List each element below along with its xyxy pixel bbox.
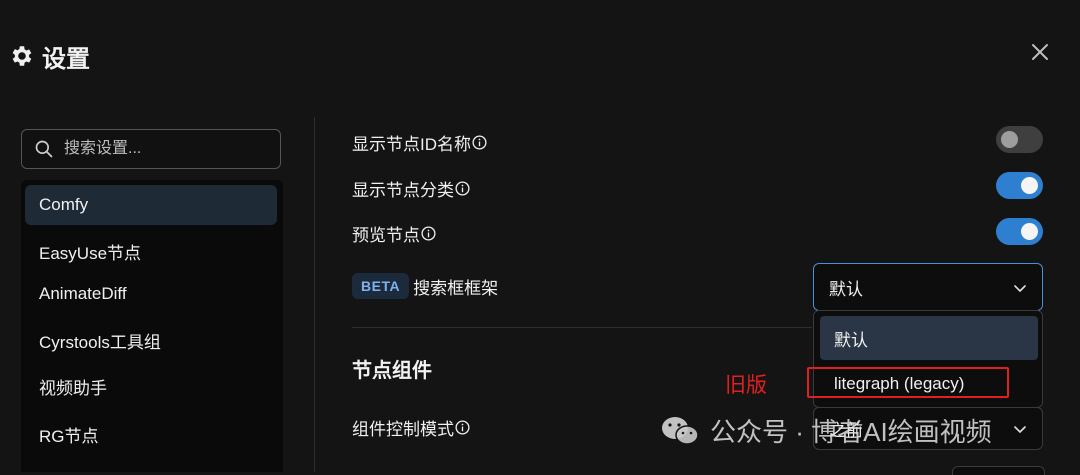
toggle-knob <box>1021 177 1038 194</box>
preview-node-toggle[interactable] <box>996 218 1043 245</box>
page-title: 设置 <box>42 45 90 73</box>
info-icon[interactable] <box>455 181 470 196</box>
search-box-frame-select[interactable]: 默认 <box>813 263 1043 311</box>
beta-badge: BETA <box>352 273 410 299</box>
section-divider <box>352 327 812 328</box>
setting-label: 组件控制模式 <box>352 420 454 439</box>
watermark-text: 公众号 · 博者AI绘画视频 <box>710 417 992 447</box>
sidebar-item-video-assistant[interactable]: 视频助手 <box>25 366 277 406</box>
option-default[interactable]: 默认 <box>820 316 1038 360</box>
chevron-down-icon <box>1014 426 1026 433</box>
sidebar-item-cyrstools[interactable]: Cyrstools工具组 <box>25 320 277 360</box>
section-title-node-widgets: 节点组件 <box>352 360 432 382</box>
info-icon[interactable] <box>421 226 436 241</box>
annotation-highlight-box <box>807 367 1009 398</box>
watermark: 公众号 · 博者AI绘画视频 <box>660 412 992 449</box>
sidebar-item-rg[interactable]: RG节点 <box>25 414 277 454</box>
sidebar-item-easyuse[interactable]: EasyUse节点 <box>25 231 277 271</box>
toggle-knob <box>1001 131 1018 148</box>
settings-sidebar: Comfy EasyUse节点 AnimateDiff Cyrstools工具组… <box>21 180 283 472</box>
setting-label: 预览节点 <box>352 226 420 245</box>
setting-row-show-node-category: 显示节点分类 <box>352 176 470 201</box>
toggle-knob <box>1021 223 1038 240</box>
search-icon <box>35 140 53 158</box>
sidebar-item-animatediff[interactable]: AnimateDiff <box>25 274 277 314</box>
setting-label: 显示节点分类 <box>352 181 454 200</box>
panel-divider <box>314 117 315 472</box>
chevron-down-icon <box>1014 285 1026 292</box>
setting-row-preview-node: 预览节点 <box>352 221 436 246</box>
sidebar-item-label: 视频助手 <box>39 378 107 398</box>
show-node-category-toggle[interactable] <box>996 172 1043 199</box>
sidebar-item-label: EasyUse节点 <box>39 243 142 263</box>
sidebar-item-label: Comfy <box>39 195 89 214</box>
sidebar-item-label: Cyrstools工具组 <box>39 332 161 352</box>
search-input[interactable] <box>62 139 266 159</box>
setting-row-show-node-id: 显示节点ID名称 <box>352 130 487 155</box>
sidebar-item-label: RG节点 <box>39 426 99 446</box>
setting-row-search-box-frame: BETA 搜索框框架 <box>352 273 498 299</box>
gear-icon <box>12 46 32 66</box>
partial-control[interactable] <box>952 466 1045 475</box>
search-field[interactable] <box>21 129 281 169</box>
sidebar-item-comfy[interactable]: Comfy <box>25 185 277 225</box>
show-node-id-toggle[interactable] <box>996 126 1043 153</box>
wechat-icon <box>662 416 699 445</box>
setting-label: 搜索框框架 <box>413 278 499 298</box>
info-icon[interactable] <box>472 135 487 150</box>
sidebar-item-label: AnimateDiff <box>39 284 127 303</box>
info-icon[interactable] <box>455 420 470 435</box>
annotation-label: 旧版 <box>725 374 767 397</box>
setting-label: 显示节点ID名称 <box>352 135 471 154</box>
setting-row-widget-control-mode: 组件控制模式 <box>352 415 470 440</box>
select-value: 默认 <box>829 279 863 299</box>
close-icon[interactable] <box>1028 40 1052 64</box>
dialog-header: 设置 <box>8 36 90 76</box>
option-label: 默认 <box>834 330 868 350</box>
